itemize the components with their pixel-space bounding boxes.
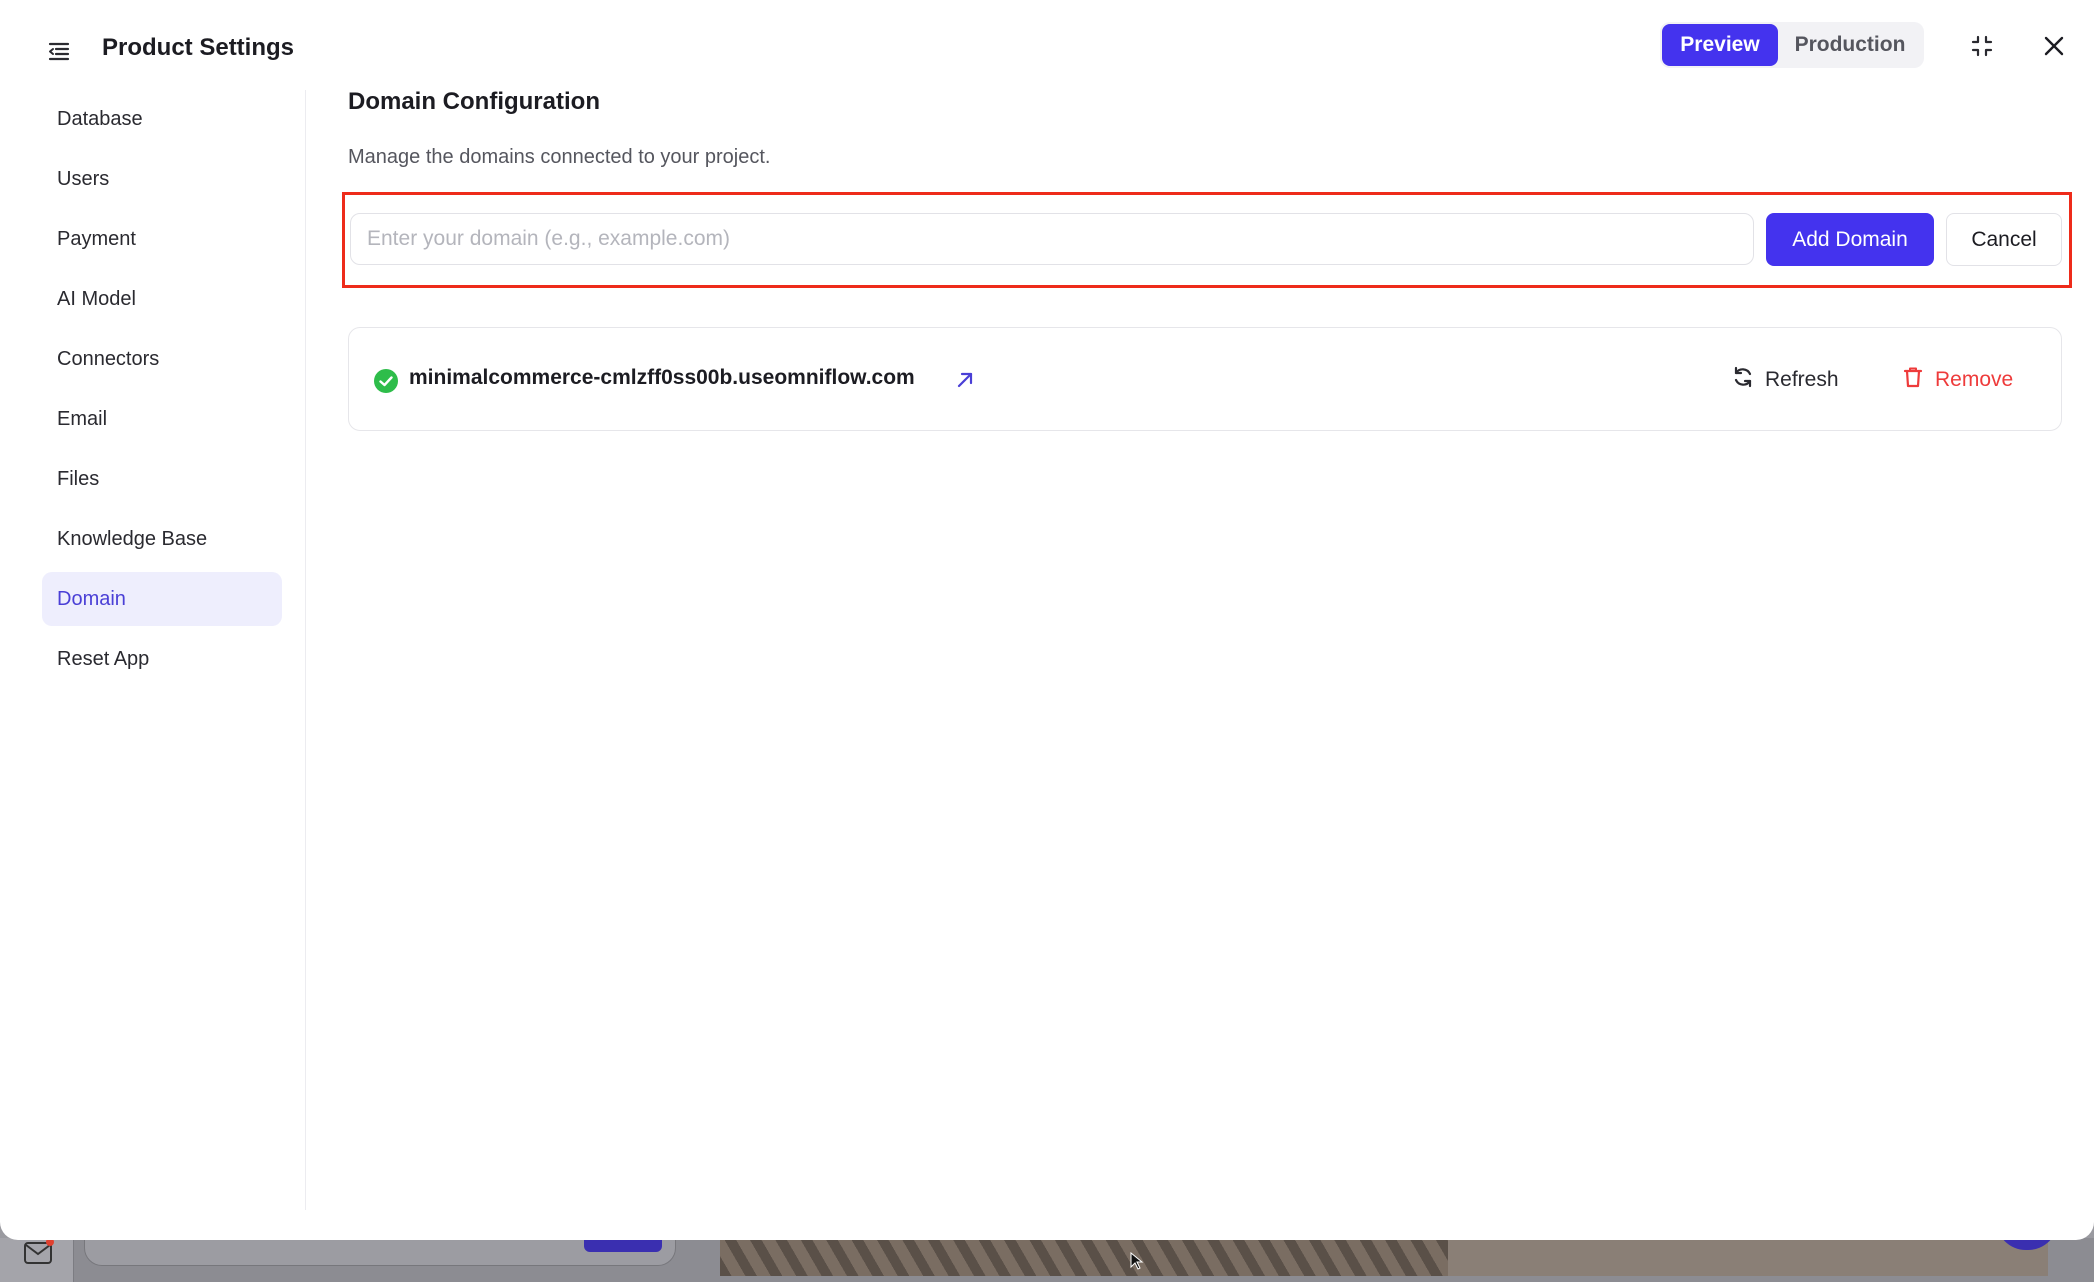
mouse-cursor-icon: [1130, 1251, 1144, 1270]
background-image: [720, 1240, 1448, 1276]
sidebar-item-payment[interactable]: Payment: [42, 212, 282, 266]
background-send-button: [584, 1238, 662, 1252]
sidebar-item-files[interactable]: Files: [42, 452, 282, 506]
page-title: Product Settings: [102, 34, 295, 61]
modal-header: Product Settings Preview Production: [0, 0, 2094, 90]
domain-list-item: minimalcommerce-cmlzff0ss00b.useomniflow…: [348, 327, 2062, 431]
sidebar-item-reset-app[interactable]: Reset App: [42, 632, 282, 686]
collapse-icon[interactable]: [1968, 32, 1996, 60]
external-link-icon[interactable]: [953, 368, 977, 392]
sidebar-item-knowledge-base[interactable]: Knowledge Base: [42, 512, 282, 566]
sidebar-item-connectors[interactable]: Connectors: [42, 332, 282, 386]
sidebar-item-domain[interactable]: Domain: [42, 572, 282, 626]
settings-sidebar: Database Users Payment AI Model Connecto…: [0, 90, 306, 1210]
env-preview-button[interactable]: Preview: [1662, 24, 1778, 66]
section-title: Domain Configuration: [348, 88, 600, 115]
environment-toggle: Preview Production: [1660, 22, 1924, 68]
refresh-button[interactable]: Refresh: [1731, 360, 1839, 400]
menu-collapse-icon[interactable]: [44, 36, 74, 66]
product-settings-modal: Product Settings Preview Production Data…: [0, 0, 2094, 1240]
refresh-icon: [1731, 365, 1755, 395]
domain-name: minimalcommerce-cmlzff0ss00b.useomniflow…: [409, 366, 915, 389]
background-image-right: [1448, 1240, 2048, 1276]
add-domain-button[interactable]: Add Domain: [1766, 213, 1934, 266]
sidebar-item-database[interactable]: Database: [42, 92, 282, 146]
cancel-button[interactable]: Cancel: [1946, 213, 2062, 266]
sidebar-item-ai-model[interactable]: AI Model: [42, 272, 282, 326]
refresh-label: Refresh: [1765, 368, 1839, 391]
check-circle-icon: [373, 368, 399, 394]
trash-icon: [1901, 365, 1925, 395]
sidebar-item-email[interactable]: Email: [42, 392, 282, 446]
sidebar-item-users[interactable]: Users: [42, 152, 282, 206]
remove-label: Remove: [1935, 368, 2014, 391]
remove-button[interactable]: Remove: [1901, 360, 2013, 400]
close-icon[interactable]: [2040, 32, 2068, 60]
section-description: Manage the domains connected to your pro…: [348, 146, 771, 168]
domain-input[interactable]: [350, 213, 1754, 265]
env-production-button[interactable]: Production: [1778, 24, 1922, 66]
